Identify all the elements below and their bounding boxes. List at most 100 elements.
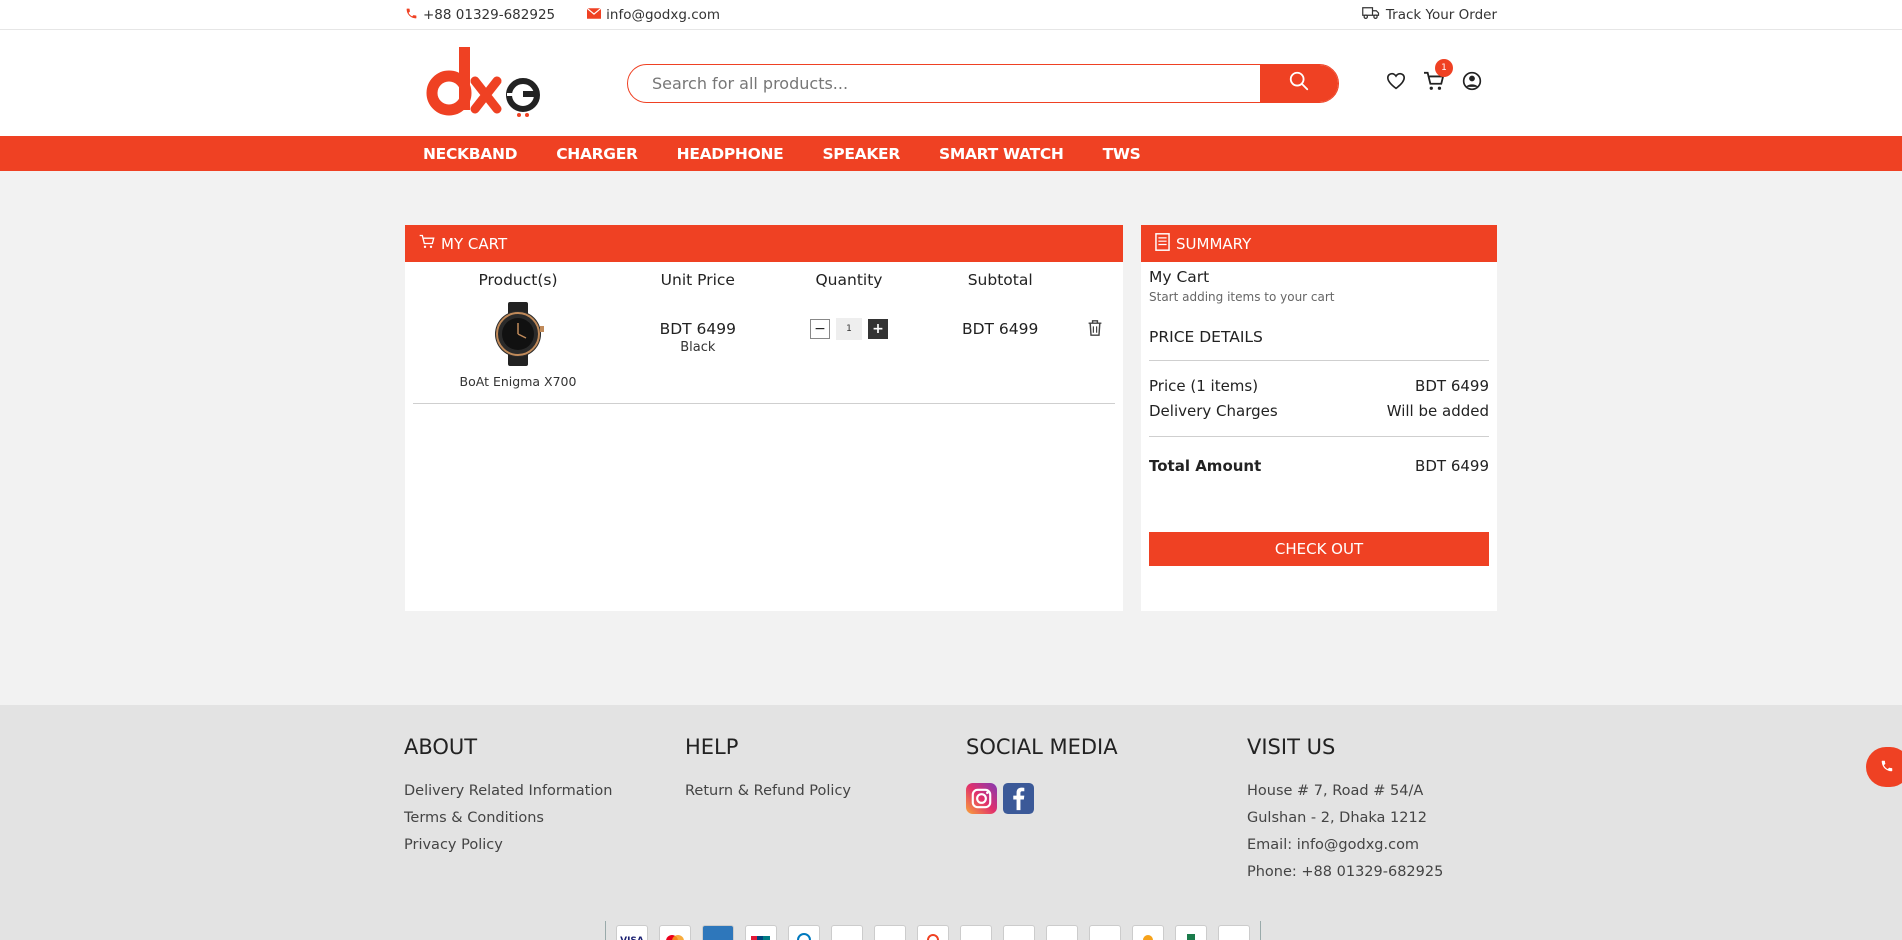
payment-logo-10 (1003, 925, 1035, 940)
summary-my-cart: My Cart (1149, 268, 1210, 286)
footer-social-title: SOCIAL MEDIA (966, 735, 1118, 759)
visa-logo: VISA (616, 925, 648, 940)
payment-logo-11 (1046, 925, 1078, 940)
delivery-label: Delivery Charges (1149, 402, 1278, 420)
total-value: BDT 6499 (1415, 457, 1489, 475)
track-order-text: Track Your Order (1385, 7, 1497, 23)
total-label: Total Amount (1149, 457, 1262, 475)
price-value: BDT 6499 (1415, 377, 1489, 395)
footer-social: SOCIAL MEDIA (966, 735, 1118, 818)
amex-logo (702, 925, 734, 940)
delivery-value: Will be added (1386, 402, 1489, 420)
payment-logo-6 (831, 925, 863, 940)
table-row: BoAt Enigma X700 BDT 6499 Black − 1 + BD… (413, 296, 1115, 404)
facebook-icon[interactable] (1003, 783, 1034, 818)
product-cell: BoAt Enigma X700 (413, 296, 623, 404)
quantity-value[interactable]: 1 (835, 318, 862, 340)
footer-about-title: ABOUT (404, 735, 478, 759)
address-line-2: Gulshan - 2, Dhaka 1212 (1247, 810, 1427, 826)
quantity-cell: − 1 + (772, 296, 926, 404)
nav-headphone[interactable]: HEADPHONE (677, 145, 784, 163)
col-subtotal: Subtotal (967, 271, 1033, 289)
heart-icon (1386, 72, 1406, 94)
footer-link-privacy[interactable]: Privacy Policy (404, 837, 612, 853)
subtotal-cell: BDT 6499 (925, 296, 1075, 404)
delivery-truck-icon (1362, 6, 1380, 24)
search-input[interactable] (628, 64, 1260, 102)
category-nav: NECKBAND CHARGER HEADPHONE SPEAKER SMART… (0, 136, 1902, 171)
payment-logo-7 (874, 925, 906, 940)
quantity-stepper: − 1 + (773, 318, 926, 340)
price-label: Price (1 items) (1149, 377, 1259, 395)
phone-icon (1880, 758, 1894, 777)
product-variant: Black (680, 340, 716, 355)
col-actions (1075, 262, 1115, 296)
user-icon (1462, 71, 1482, 95)
topbar-email-text: info@godxg.com (606, 7, 721, 23)
unit-price: BDT 6499 (659, 320, 737, 338)
price-details-heading: PRICE DETAILS (1149, 328, 1489, 361)
receipt-icon (1155, 232, 1170, 255)
summary-panel: SUMMARY My Cart Start adding items to yo… (1141, 225, 1497, 611)
footer-help: HELP Return & Refund Policy (685, 735, 851, 810)
track-order-link[interactable]: Track Your Order (1362, 6, 1497, 24)
payment-logo-9 (960, 925, 992, 940)
footer-help-title: HELP (685, 735, 739, 759)
total-row: Total Amount BDT 6499 (1149, 457, 1489, 475)
account-button[interactable] (1461, 71, 1483, 95)
my-cart-title: MY CART (441, 234, 508, 253)
summary-title: SUMMARY (1176, 234, 1252, 253)
summary-header: SUMMARY (1141, 225, 1497, 262)
delete-cell (1075, 296, 1115, 404)
footer-phone: Phone: +88 01329-682925 (1247, 864, 1444, 880)
footer-link-delivery[interactable]: Delivery Related Information (404, 783, 612, 799)
col-unit-price: Unit Price (660, 271, 735, 289)
dxg-logo[interactable] (425, 43, 545, 123)
payment-logo-15 (1218, 925, 1250, 940)
site-header: 1 (0, 30, 1902, 136)
topbar-phone[interactable]: +88 01329-682925 (405, 7, 555, 24)
search-icon (1288, 70, 1310, 96)
product-image[interactable] (486, 302, 550, 366)
phone-icon (405, 7, 418, 24)
payment-logo-8 (917, 925, 949, 940)
top-bar: +88 01329-682925 info@godxg.com Track Yo… (0, 0, 1902, 30)
checkout-button[interactable]: CHECK OUT (1149, 532, 1489, 566)
search-button[interactable] (1260, 64, 1338, 102)
nav-neckband[interactable]: NECKBAND (423, 145, 518, 163)
footer-link-terms[interactable]: Terms & Conditions (404, 810, 612, 826)
trash-icon[interactable] (1087, 320, 1103, 341)
subtotal-value: BDT 6499 (961, 320, 1039, 338)
address-line-1: House # 7, Road # 54/A (1247, 783, 1424, 799)
cart-table: Product(s) Unit Price Quantity Subtotal (413, 262, 1115, 404)
nav-speaker[interactable]: SPEAKER (822, 145, 900, 163)
footer-about: ABOUT Delivery Related Information Terms… (404, 735, 612, 864)
unit-price-cell: BDT 6499 Black (623, 296, 773, 404)
cart-page: MY CART Product(s) Unit Price Quantity S… (0, 171, 1902, 706)
price-rows: Price (1 items) BDT 6499 Delivery Charge… (1149, 361, 1489, 437)
nav-tws[interactable]: TWS (1103, 145, 1141, 163)
wishlist-button[interactable] (1385, 72, 1407, 94)
topbar-email[interactable]: info@godxg.com (586, 7, 721, 23)
topbar-phone-text: +88 01329-682925 (423, 7, 556, 23)
increase-quantity-button[interactable]: + (867, 319, 888, 339)
cart-button[interactable]: 1 (1423, 59, 1453, 94)
col-quantity: Quantity (815, 271, 883, 289)
mastercard-logo (659, 925, 691, 940)
summary-hint: Start adding items to your cart (1149, 290, 1335, 304)
payment-logo-13 (1132, 925, 1164, 940)
unionpay-logo (745, 925, 777, 940)
nav-charger[interactable]: CHARGER (556, 145, 638, 163)
my-cart-panel: MY CART Product(s) Unit Price Quantity S… (405, 225, 1123, 611)
footer-link-refund[interactable]: Return & Refund Policy (685, 783, 851, 799)
decrease-quantity-button[interactable]: − (809, 319, 830, 339)
product-name[interactable]: BoAt Enigma X700 (413, 374, 623, 389)
call-button[interactable] (1866, 747, 1902, 787)
site-footer: ABOUT Delivery Related Information Terms… (0, 705, 1902, 940)
delivery-row: Delivery Charges Will be added (1149, 402, 1489, 420)
instagram-icon[interactable] (966, 783, 997, 818)
search-bar (627, 63, 1339, 103)
price-row: Price (1 items) BDT 6499 (1149, 377, 1489, 395)
nav-smart-watch[interactable]: SMART WATCH (939, 145, 1064, 163)
cart-icon (419, 234, 435, 253)
